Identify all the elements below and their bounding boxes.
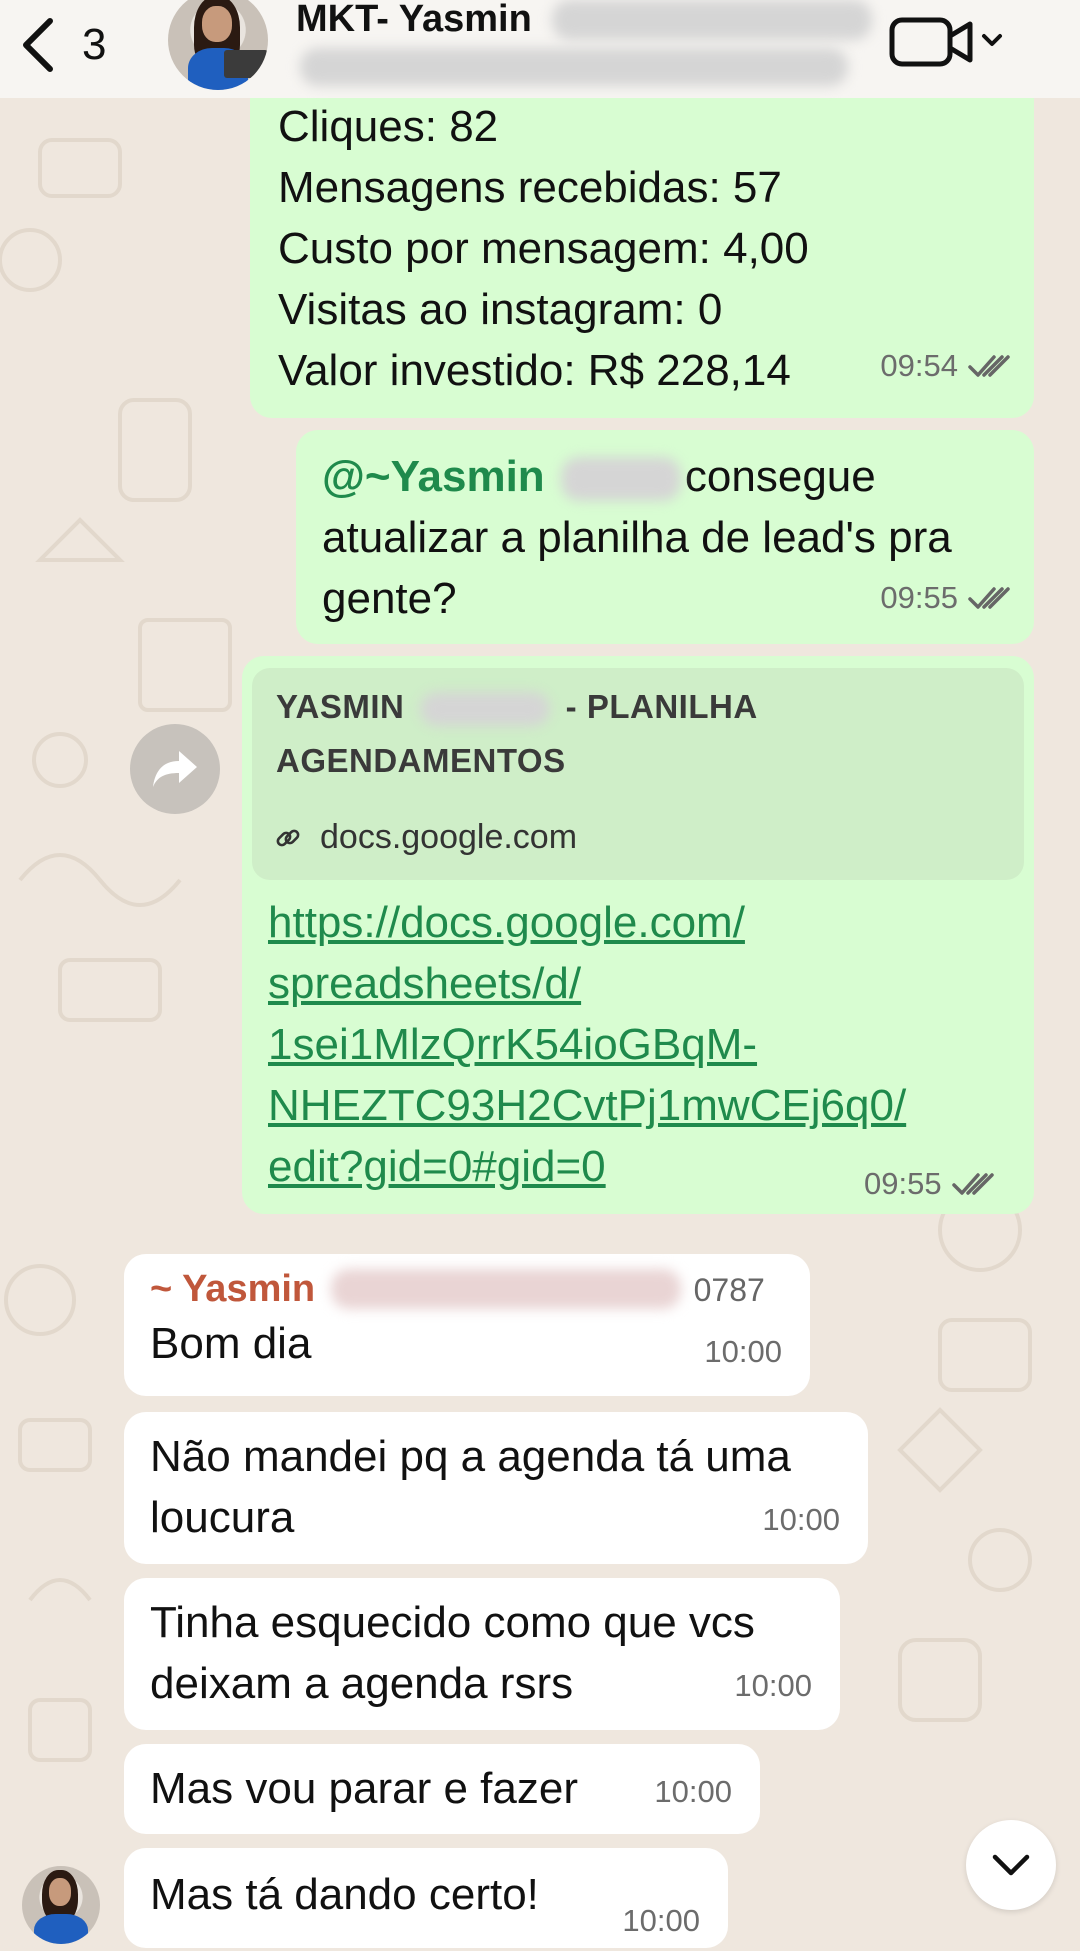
message-text: consegue (684, 452, 876, 501)
message-meta: 10:00 (622, 1890, 700, 1951)
redacted-phone (331, 1269, 682, 1310)
link-line[interactable]: spreadsheets/d/ (268, 953, 906, 1014)
sender-phone-tail: 0787 (693, 1272, 765, 1308)
message-time: 09:55 (880, 580, 958, 615)
message-time: 09:55 (864, 1166, 942, 1201)
chevron-left-icon (23, 18, 53, 72)
message-line: loucura (150, 1493, 295, 1542)
double-check-icon (968, 586, 1010, 609)
message-time: 10:00 (734, 1668, 812, 1703)
unread-count: 3 (82, 20, 107, 69)
message-time: 10:00 (654, 1774, 732, 1809)
double-check-icon (951, 1173, 994, 1195)
message-meta: 09:54 (880, 335, 1012, 396)
redacted-surname (560, 457, 681, 502)
message-line: Visitas ao instagram: 0 (278, 285, 723, 334)
forward-button[interactable] (130, 724, 220, 814)
message-line: Custo por mensagem: 4,00 (278, 224, 809, 273)
link-preview-card[interactable]: YASMIN - PLANILHA AGENDAMENTOS docs.goog… (252, 668, 1024, 880)
redacted-surname (420, 692, 550, 727)
message-incoming[interactable]: Mas vou parar e fazer 10:00 (124, 1744, 760, 1834)
link-preview-title: YASMIN - PLANILHA AGENDAMENTOS (276, 688, 758, 779)
message-incoming[interactable]: Não mandei pq a agenda tá uma loucura 10… (124, 1412, 868, 1564)
link-line[interactable]: https://docs.google.com/ (268, 892, 906, 953)
message-meta: 09:55 (880, 567, 1012, 628)
sender-name[interactable]: ~ Yasmin (150, 1268, 315, 1310)
message-meta: 09:55 (864, 1166, 996, 1202)
sender-avatar[interactable] (22, 1866, 100, 1944)
message-line: Tinha esquecido como que vcs (150, 1598, 755, 1647)
chat-header: 3 MKT- Yasmin (0, 0, 1080, 98)
message-meta: 10:00 (654, 1761, 732, 1822)
link-line[interactable]: edit?gid=0#gid=0 (268, 1136, 906, 1197)
link-line[interactable]: NHEZTC93H2CvtPj1mwCEj6q0/ (268, 1075, 906, 1136)
message-time: 10:00 (704, 1334, 782, 1369)
group-avatar[interactable] (168, 0, 268, 90)
message-incoming[interactable]: Mas tá dando certo! 10:00 (124, 1848, 728, 1948)
redacted-name (552, 0, 872, 40)
message-line: atualizar a planilha de lead's pra (322, 513, 952, 562)
message-incoming[interactable]: Tinha esquecido como que vcs deixam a ag… (124, 1578, 840, 1730)
message-line: Cliques: 82 (278, 102, 499, 151)
message-line: Mensagens recebidas: 57 (278, 163, 782, 212)
message-time: 10:00 (622, 1903, 700, 1938)
message-stats[interactable]: Cliques: 82 Mensagens recebidas: 57 Cust… (250, 60, 1034, 418)
redacted-subtitle (300, 48, 848, 86)
forward-arrow-icon (153, 751, 197, 787)
double-check-icon (968, 354, 1010, 377)
scroll-to-bottom-button[interactable] (966, 1820, 1056, 1910)
message-incoming[interactable]: ~ Yasmin 0787 Bom dia 10:00 (124, 1254, 810, 1396)
link-icon (276, 829, 300, 846)
back-button[interactable]: 3 (18, 10, 128, 80)
chat-title[interactable]: MKT- Yasmin (296, 0, 532, 41)
message-meta: 10:00 (704, 1321, 782, 1382)
mention-tag[interactable]: @~Yasmin (322, 452, 545, 501)
link-url[interactable]: https://docs.google.com/ spreadsheets/d/… (268, 892, 906, 1197)
message-time: 10:00 (762, 1502, 840, 1537)
link-preview-domain: docs.google.com (274, 818, 577, 857)
video-camera-icon (889, 17, 1002, 67)
message-meta: 10:00 (734, 1655, 812, 1716)
video-call-button[interactable] (888, 8, 1008, 72)
message-time: 09:54 (880, 348, 958, 383)
message-meta: 10:00 (762, 1489, 840, 1550)
message-mention[interactable]: @~Yasmin consegue atualizar a planilha d… (296, 430, 1034, 644)
chevron-down-icon (992, 1854, 1030, 1876)
link-line[interactable]: 1sei1MlzQrrK54ioGBqM- (268, 1014, 906, 1075)
message-line: Não mandei pq a agenda tá uma (150, 1432, 791, 1481)
